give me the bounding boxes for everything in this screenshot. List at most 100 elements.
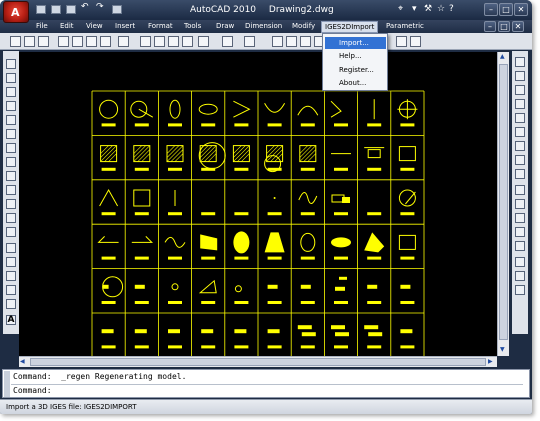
fillet-icon[interactable] [515, 271, 525, 281]
rectangle-icon[interactable] [6, 115, 16, 125]
join-icon[interactable] [515, 241, 525, 251]
search-dropdown-icon[interactable]: ▾ [412, 4, 417, 14]
menu-item-import[interactable]: Import... [325, 37, 386, 49]
paste-icon[interactable] [154, 36, 165, 47]
break-icon[interactable] [515, 227, 525, 237]
mirror-icon[interactable] [515, 85, 525, 95]
3d-dwf-icon[interactable] [100, 36, 111, 47]
rotate-icon[interactable] [515, 141, 525, 151]
scroll-left-arrow-icon[interactable]: ◀ [20, 358, 25, 365]
publish-icon[interactable] [86, 36, 97, 47]
line-icon[interactable] [6, 59, 16, 69]
menu-iges2dimport[interactable]: IGES2DImport [321, 21, 379, 33]
redo-icon[interactable] [244, 36, 255, 47]
stretch-icon[interactable] [515, 169, 525, 179]
menu-view[interactable]: View [83, 21, 106, 33]
save-icon[interactable] [66, 5, 76, 14]
scroll-right-arrow-icon[interactable]: ▶ [488, 358, 493, 365]
save-icon[interactable] [38, 36, 49, 47]
scroll-up-arrow-icon[interactable]: ▲ [500, 53, 505, 60]
doc-minimize-button[interactable]: – [484, 21, 496, 32]
doc-restore-button[interactable]: □ [498, 21, 510, 32]
command-prompt[interactable]: Command: [13, 386, 52, 395]
command-window[interactable]: Command: _regen Regenerating model. Comm… [2, 369, 530, 398]
table-icon[interactable] [6, 299, 16, 309]
menu-dimension[interactable]: Dimension [242, 21, 285, 33]
copy-icon[interactable] [140, 36, 151, 47]
explode-icon[interactable] [515, 285, 525, 295]
cut-icon[interactable] [118, 36, 129, 47]
horizontal-scroll-thumb[interactable] [30, 358, 486, 366]
application-menu-button[interactable]: A [3, 1, 29, 23]
menu-modify[interactable]: Modify [289, 21, 318, 33]
ellipse-icon[interactable] [6, 185, 16, 195]
erase-icon[interactable] [515, 57, 525, 67]
vertical-scrollbar[interactable]: ▲ ▼ [497, 52, 509, 356]
scroll-down-arrow-icon[interactable]: ▼ [500, 346, 505, 353]
undo-icon[interactable]: ↶ [81, 2, 91, 12]
spline-icon[interactable] [6, 171, 16, 181]
plot-preview-icon[interactable] [72, 36, 83, 47]
extend-icon[interactable] [515, 199, 525, 209]
favorites-star-icon[interactable]: ☆ [437, 4, 445, 14]
match-properties-icon[interactable] [168, 36, 179, 47]
circle-icon[interactable] [6, 143, 16, 153]
doc-close-button[interactable]: ✕ [512, 21, 524, 32]
menu-format[interactable]: Format [145, 21, 176, 33]
polyline-icon[interactable] [6, 87, 16, 97]
qnew-icon[interactable] [10, 36, 21, 47]
gradient-icon[interactable] [6, 271, 16, 281]
binoculars-icon[interactable]: ⌖ [398, 4, 403, 14]
plot-icon[interactable] [112, 5, 122, 14]
multiline-text-icon[interactable]: A [6, 315, 16, 325]
construction-line-icon[interactable] [6, 73, 16, 83]
horizontal-scrollbar[interactable]: ◀ ▶ [19, 356, 497, 367]
menu-tools[interactable]: Tools [181, 21, 204, 33]
make-block-icon[interactable] [6, 227, 16, 237]
sheet-set-icon[interactable] [396, 36, 407, 47]
zoom-realtime-icon[interactable] [286, 36, 297, 47]
insert-block-icon[interactable] [6, 213, 16, 223]
drawing-canvas[interactable] [19, 52, 497, 356]
redo-icon[interactable]: ↷ [96, 2, 106, 12]
menu-file[interactable]: File [33, 21, 51, 33]
menu-draw[interactable]: Draw [213, 21, 237, 33]
menu-edit[interactable]: Edit [57, 21, 77, 33]
menu-item-about[interactable]: About... [325, 77, 386, 89]
communication-center-icon[interactable]: ⚒ [424, 4, 432, 14]
menu-item-register[interactable]: Register... [325, 64, 386, 76]
arc-icon[interactable] [6, 129, 16, 139]
help-icon[interactable]: ? [449, 4, 454, 14]
point-icon[interactable] [6, 243, 16, 253]
block-editor-icon[interactable] [182, 36, 193, 47]
pan-icon[interactable] [272, 36, 283, 47]
polygon-icon[interactable] [6, 101, 16, 111]
array-icon[interactable] [515, 113, 525, 123]
quickcalc-icon[interactable] [410, 36, 421, 47]
minimize-button[interactable]: – [484, 3, 498, 16]
menu-parametric[interactable]: Parametric [383, 21, 427, 33]
new-file-icon[interactable] [36, 5, 46, 14]
region-icon[interactable] [6, 285, 16, 295]
zoom-window-icon[interactable] [300, 36, 311, 47]
revision-cloud-icon[interactable] [6, 157, 16, 167]
undo-dropdown-icon[interactable] [222, 36, 233, 47]
hatch-icon[interactable] [6, 257, 16, 267]
command-window-grip[interactable] [4, 371, 10, 397]
ellipse-arc-icon[interactable] [6, 199, 16, 209]
open-file-icon[interactable] [51, 5, 61, 14]
maximize-button[interactable]: □ [499, 3, 513, 16]
plot-icon[interactable] [58, 36, 69, 47]
scale-icon[interactable] [515, 155, 525, 165]
undo-icon[interactable] [198, 36, 209, 47]
offset-icon[interactable] [515, 99, 525, 109]
menu-item-help[interactable]: Help... [325, 50, 386, 62]
copy-object-icon[interactable] [515, 71, 525, 81]
open-icon[interactable] [24, 36, 35, 47]
move-icon[interactable] [515, 127, 525, 137]
trim-icon[interactable] [515, 185, 525, 195]
menu-insert[interactable]: Insert [112, 21, 138, 33]
close-button[interactable]: ✕ [514, 3, 528, 16]
vertical-scroll-thumb[interactable] [499, 64, 508, 340]
chamfer-icon[interactable] [515, 257, 525, 267]
